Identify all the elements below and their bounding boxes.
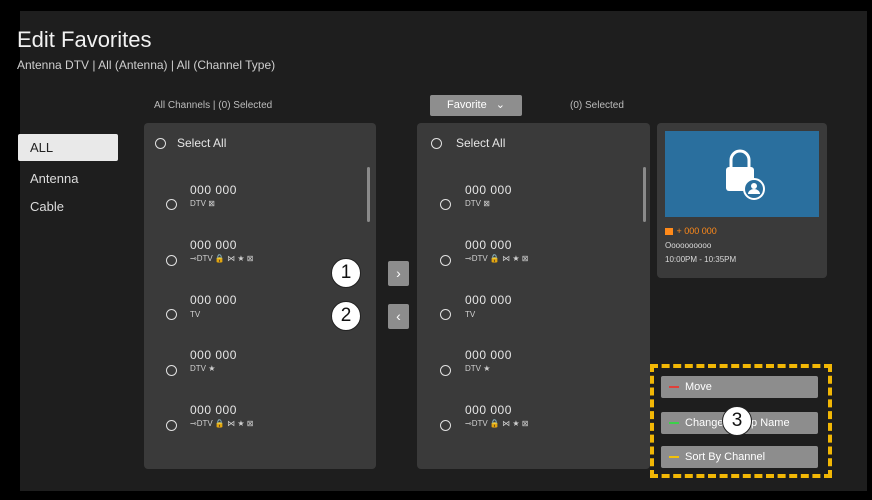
category-cable[interactable]: Cable <box>18 193 118 220</box>
channel-radio[interactable] <box>166 365 177 376</box>
channel-info: DTV ⊠ <box>190 199 215 208</box>
red-key-icon <box>669 386 679 388</box>
add-to-favorite-button[interactable]: › <box>388 261 409 286</box>
sort-by-channel-label: Sort By Channel <box>685 451 766 463</box>
channel-number[interactable]: 000 000 <box>465 403 512 417</box>
channel-number[interactable]: 000 000 <box>190 348 237 362</box>
scrollbar[interactable] <box>643 167 646 222</box>
preview-thumbnail <box>665 131 819 217</box>
favorite-channels-panel <box>417 123 650 469</box>
channel-radio[interactable] <box>440 199 451 210</box>
channel-number[interactable]: 000 000 <box>190 293 237 307</box>
preview-program: Oooooooooo <box>665 241 712 250</box>
channel-info: DTV ⊠ <box>465 199 490 208</box>
channel-radio[interactable] <box>166 420 177 431</box>
category-all[interactable]: ALL <box>18 134 118 161</box>
all-channels-header: All Channels | (0) Selected <box>154 100 273 111</box>
channel-radio[interactable] <box>166 255 177 266</box>
favorite-dropdown[interactable]: Favorite ⌄ <box>430 95 522 116</box>
channel-radio[interactable] <box>440 255 451 266</box>
chevron-down-icon: ⌄ <box>495 99 506 111</box>
channel-number[interactable]: 000 000 <box>465 293 512 307</box>
select-all-label[interactable]: Select All <box>456 136 505 150</box>
preview-time: 10:00PM - 10:35PM <box>665 255 737 264</box>
channel-info: ⊸DTV 🔒 ⋈ ★ ⊠ <box>190 254 254 263</box>
channel-number[interactable]: 000 000 <box>465 183 512 197</box>
channel-info: ⊸DTV 🔒 ⋈ ★ ⊠ <box>190 419 254 428</box>
channel-info: DTV ★ <box>465 364 491 373</box>
channel-number[interactable]: 000 000 <box>190 238 237 252</box>
select-all-radio[interactable] <box>155 138 166 149</box>
all-channels-panel <box>144 123 376 469</box>
remove-from-favorite-button[interactable]: ‹ <box>388 304 409 329</box>
scrollbar[interactable] <box>367 167 370 222</box>
channel-info: ⊸DTV 🔒 ⋈ ★ ⊠ <box>465 254 529 263</box>
callout-2: 2 <box>331 301 361 331</box>
yellow-key-icon <box>669 456 679 458</box>
green-key-icon <box>669 422 679 424</box>
callout-1: 1 <box>331 258 361 288</box>
select-all-label[interactable]: Select All <box>177 136 226 150</box>
move-label: Move <box>685 381 712 393</box>
page-subtitle: Antenna DTV | All (Antenna) | All (Chann… <box>17 58 276 72</box>
category-antenna[interactable]: Antenna <box>18 165 118 192</box>
channel-radio[interactable] <box>440 365 451 376</box>
channel-number[interactable]: 000 000 <box>190 403 237 417</box>
channel-radio[interactable] <box>440 309 451 320</box>
channel-number[interactable]: 000 000 <box>465 238 512 252</box>
preview-channel-number: + 000 000 <box>676 226 717 236</box>
channel-radio[interactable] <box>166 199 177 210</box>
channel-info: TV <box>190 310 201 319</box>
channel-info: DTV ★ <box>190 364 216 373</box>
channel-number[interactable]: 000 000 <box>190 183 237 197</box>
tv-icon <box>665 228 673 236</box>
callout-3: 3 <box>722 406 752 436</box>
sort-by-channel-button[interactable]: Sort By Channel <box>661 446 818 468</box>
channel-radio[interactable] <box>440 420 451 431</box>
select-all-radio[interactable] <box>431 138 442 149</box>
move-button[interactable]: Move <box>661 376 818 398</box>
channel-info: TV <box>465 310 476 319</box>
favorite-dropdown-label: Favorite <box>446 99 487 111</box>
page-title: Edit Favorites <box>17 27 152 52</box>
preview-channel: + 000 000 <box>665 226 717 236</box>
channel-radio[interactable] <box>166 309 177 320</box>
favorite-selected-count: (0) Selected <box>570 100 624 111</box>
locked-user-icon <box>726 149 765 200</box>
channel-info: ⊸DTV 🔒 ⋈ ★ ⊠ <box>465 419 529 428</box>
channel-number[interactable]: 000 000 <box>465 348 512 362</box>
